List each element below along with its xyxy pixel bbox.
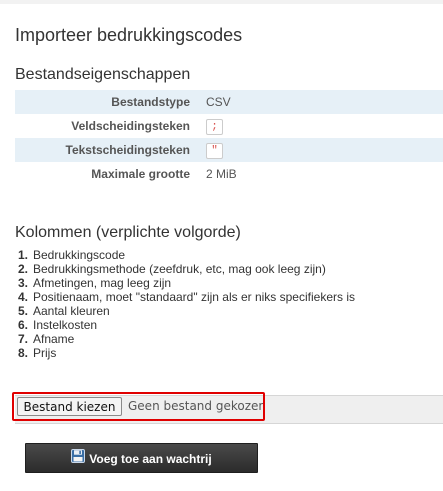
add-to-queue-label: Voeg toe aan wachtrij bbox=[89, 452, 212, 466]
list-item-number: 2. bbox=[18, 262, 29, 276]
list-item-text: Prijs bbox=[33, 346, 57, 360]
list-item-number: 5. bbox=[18, 304, 29, 318]
property-label: Veldscheidingsteken bbox=[71, 119, 190, 133]
list-item: 1. Bedrukkingscode bbox=[18, 248, 355, 262]
list-item-text: Bedrukkingscode bbox=[33, 248, 126, 262]
list-item-number: 7. bbox=[18, 332, 29, 346]
property-value: 2 MiB bbox=[206, 167, 237, 181]
property-row-field-separator: Veldscheidingsteken ; bbox=[15, 114, 443, 138]
list-item-text: Bedrukkingsmethode (zeefdruk, etc, mag o… bbox=[33, 262, 326, 276]
list-item-number: 1. bbox=[18, 248, 29, 262]
text-separator-chip: " bbox=[206, 142, 223, 159]
top-divider bbox=[0, 0, 443, 4]
list-item-text: Aantal kleuren bbox=[33, 304, 110, 318]
property-value: CSV bbox=[198, 90, 443, 114]
list-item-text: Afmetingen, mag leeg zijn bbox=[33, 276, 172, 290]
list-item-number: 3. bbox=[18, 276, 29, 290]
property-label: Maximale grootte bbox=[91, 167, 190, 181]
list-item-text: Positienaam, moet "standaard" zijn als e… bbox=[33, 290, 355, 304]
floppy-disk-icon bbox=[71, 444, 86, 474]
list-item-number: 6. bbox=[18, 318, 29, 332]
list-item: 5. Aantal kleuren bbox=[18, 304, 355, 318]
list-item: 6. Instelkosten bbox=[18, 318, 355, 332]
columns-heading: Kolommen (verplichte volgorde) bbox=[15, 224, 241, 241]
properties-heading: Bestandseigenschappen bbox=[15, 66, 191, 83]
list-item-text: Instelkosten bbox=[33, 318, 98, 332]
list-item: 7. Afname bbox=[18, 332, 355, 346]
list-item: 2. Bedrukkingsmethode (zeefdruk, etc, mag… bbox=[18, 262, 355, 276]
columns-list: 1. Bedrukkingscode 2. Bedrukkingsmethode (… bbox=[18, 248, 355, 360]
list-item-number: 8. bbox=[18, 346, 29, 360]
list-item: 3. Afmetingen, mag leeg zijn bbox=[18, 276, 355, 290]
list-item: 8. Prijs bbox=[18, 346, 355, 360]
properties-table: Bestandstype CSV Veldscheidingsteken ; T… bbox=[15, 90, 443, 186]
list-item-number: 4. bbox=[18, 290, 29, 304]
property-row-filetype: Bestandstype CSV bbox=[15, 90, 443, 114]
property-row-max-size: Maximale grootte 2 MiB bbox=[15, 162, 443, 186]
property-row-text-separator: Tekstscheidingsteken " bbox=[15, 138, 443, 162]
add-to-queue-button[interactable]: Voeg toe aan wachtrij bbox=[25, 443, 258, 473]
field-separator-chip: ; bbox=[206, 118, 223, 135]
property-label: Tekstscheidingsteken bbox=[15, 138, 198, 162]
list-item-text: Afname bbox=[33, 332, 75, 346]
list-item: 4. Positienaam, moet "standaard" zijn als… bbox=[18, 290, 355, 304]
highlight-box bbox=[12, 392, 265, 421]
page-title: Importeer bedrukkingscodes bbox=[15, 25, 243, 45]
property-label: Bestandstype bbox=[15, 90, 198, 114]
